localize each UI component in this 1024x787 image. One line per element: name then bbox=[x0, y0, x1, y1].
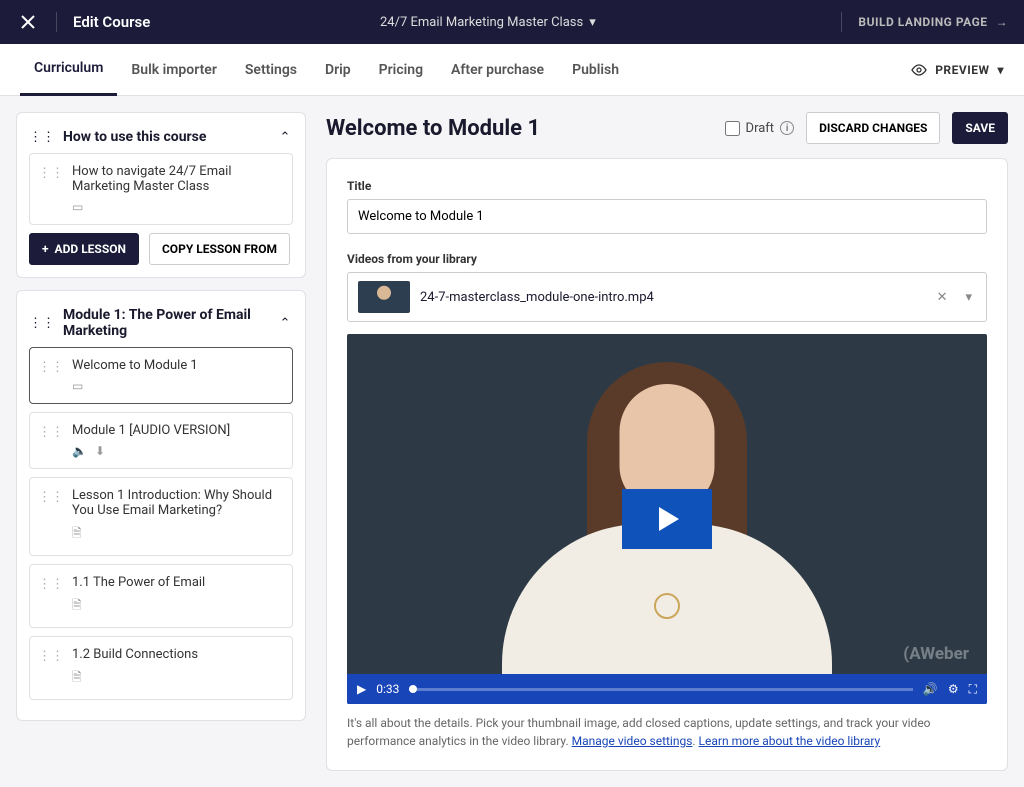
drag-handle-icon[interactable]: ⋮⋮ bbox=[38, 577, 64, 592]
module-card: ⋮⋮ How to use this course ⌃ ⋮⋮ How to na… bbox=[16, 112, 306, 278]
lesson-title: How to navigate 24/7 Email Marketing Mas… bbox=[72, 164, 284, 194]
module-card: ⋮⋮ Module 1: The Power of Email Marketin… bbox=[16, 290, 306, 721]
drag-handle-icon[interactable]: ⋮⋮ bbox=[38, 360, 64, 375]
drag-handle-icon[interactable]: ⋮⋮ bbox=[38, 425, 64, 440]
lesson-editor: Welcome to Module 1 Draft i DISCARD CHAN… bbox=[326, 112, 1008, 771]
build-label: BUILD LANDING PAGE bbox=[858, 15, 987, 29]
settings-gear-icon[interactable]: ⚙ bbox=[948, 682, 959, 696]
video-icon: ▭ bbox=[72, 200, 83, 214]
fullscreen-icon[interactable]: ⛶ bbox=[969, 682, 977, 697]
add-lesson-button[interactable]: +ADD LESSON bbox=[29, 233, 139, 265]
draft-checkbox[interactable] bbox=[725, 121, 740, 136]
chevron-up-icon[interactable]: ⌃ bbox=[277, 316, 293, 331]
remove-video-icon[interactable]: ✕ bbox=[933, 290, 952, 305]
copy-lesson-button[interactable]: COPY LESSON FROM bbox=[149, 233, 290, 265]
download-icon: ⬇ bbox=[95, 444, 105, 458]
video-timestamp: 0:33 bbox=[376, 682, 399, 696]
tabs-nav: Curriculum Bulk importer Settings Drip P… bbox=[0, 44, 1024, 96]
seek-bar[interactable] bbox=[409, 688, 913, 691]
lesson-item[interactable]: ⋮⋮ Module 1 [AUDIO VERSION] 🔈 ⬇ bbox=[29, 412, 293, 469]
caret-down-icon: ▾ bbox=[589, 15, 596, 30]
arrow-right-icon: → bbox=[996, 15, 1009, 29]
curriculum-sidebar: ⋮⋮ How to use this course ⌃ ⋮⋮ How to na… bbox=[16, 112, 306, 771]
lesson-heading: Welcome to Module 1 bbox=[326, 116, 713, 141]
learn-more-link[interactable]: Learn more about the video library bbox=[699, 734, 881, 748]
drag-handle-icon[interactable]: ⋮⋮ bbox=[38, 649, 64, 664]
lesson-item[interactable]: ⋮⋮ 1.1 The Power of Email 🗎 bbox=[29, 564, 293, 628]
video-section-label: Videos from your library bbox=[347, 252, 987, 266]
course-selector[interactable]: 24/7 Email Marketing Master Class ▾ bbox=[380, 15, 596, 30]
play-button[interactable] bbox=[622, 489, 712, 549]
caret-down-icon: ▾ bbox=[997, 63, 1004, 77]
divider bbox=[841, 12, 842, 32]
document-icon: 🗎 bbox=[72, 524, 82, 545]
video-help-text: It's all about the details. Pick your th… bbox=[347, 714, 987, 750]
preview-label: PREVIEW bbox=[935, 63, 989, 77]
tab-curriculum[interactable]: Curriculum bbox=[20, 44, 117, 96]
drag-handle-icon[interactable]: ⋮⋮ bbox=[38, 490, 64, 505]
page-title: Edit Course bbox=[73, 13, 150, 31]
tab-drip[interactable]: Drip bbox=[311, 44, 365, 96]
video-icon: ▭ bbox=[72, 379, 83, 393]
close-button[interactable] bbox=[16, 10, 40, 34]
document-icon: 🗎 bbox=[72, 596, 82, 617]
tab-after-purchase[interactable]: After purchase bbox=[437, 44, 558, 96]
course-name: 24/7 Email Marketing Master Class bbox=[380, 15, 583, 30]
drag-handle-icon[interactable]: ⋮⋮ bbox=[38, 166, 64, 181]
lesson-item[interactable]: ⋮⋮ Lesson 1 Introduction: Why Should You… bbox=[29, 477, 293, 556]
tab-bulk-importer[interactable]: Bulk importer bbox=[117, 44, 230, 96]
manage-video-settings-link[interactable]: Manage video settings bbox=[572, 734, 693, 748]
document-icon: 🗎 bbox=[72, 668, 82, 689]
lesson-item[interactable]: ⋮⋮ 1.2 Build Connections 🗎 bbox=[29, 636, 293, 700]
eye-icon bbox=[911, 64, 927, 76]
drag-handle-icon[interactable]: ⋮⋮ bbox=[29, 316, 55, 331]
build-landing-page-button[interactable]: BUILD LANDING PAGE → bbox=[858, 15, 1008, 29]
module-title: Module 1: The Power of Email Marketing bbox=[63, 307, 269, 339]
lesson-title: 1.2 Build Connections bbox=[72, 647, 284, 662]
title-field-label: Title bbox=[347, 179, 987, 193]
tab-settings[interactable]: Settings bbox=[231, 44, 311, 96]
draft-label: Draft bbox=[746, 121, 775, 136]
chevron-up-icon[interactable]: ⌃ bbox=[277, 130, 293, 145]
discard-changes-button[interactable]: DISCARD CHANGES bbox=[806, 112, 940, 144]
drag-handle-icon[interactable]: ⋮⋮ bbox=[29, 130, 55, 145]
video-filename: 24-7-masterclass_module-one-intro.mp4 bbox=[420, 290, 923, 305]
lesson-title: Lesson 1 Introduction: Why Should You Us… bbox=[72, 488, 284, 518]
tab-publish[interactable]: Publish bbox=[558, 44, 633, 96]
tab-pricing[interactable]: Pricing bbox=[365, 44, 437, 96]
lesson-item[interactable]: ⋮⋮ Welcome to Module 1 ▭ bbox=[29, 347, 293, 404]
volume-icon[interactable]: 🔊 bbox=[923, 682, 938, 696]
video-options-icon[interactable]: ▾ bbox=[961, 290, 976, 305]
plus-icon: + bbox=[42, 242, 49, 256]
play-icon[interactable]: ▶ bbox=[357, 682, 366, 696]
info-icon: i bbox=[780, 121, 794, 135]
watermark: (AWeber bbox=[903, 644, 969, 664]
preview-button[interactable]: PREVIEW ▾ bbox=[911, 63, 1004, 77]
save-button[interactable]: SAVE bbox=[952, 112, 1008, 144]
lesson-title: Welcome to Module 1 bbox=[72, 358, 284, 373]
divider bbox=[56, 12, 57, 32]
audio-icon: 🔈 bbox=[72, 444, 87, 458]
video-thumbnail bbox=[358, 281, 410, 313]
lesson-item[interactable]: ⋮⋮ How to navigate 24/7 Email Marketing … bbox=[29, 153, 293, 225]
title-input[interactable] bbox=[347, 199, 987, 234]
module-title: How to use this course bbox=[63, 129, 269, 145]
draft-toggle[interactable]: Draft i bbox=[725, 121, 795, 136]
video-library-row: 24-7-masterclass_module-one-intro.mp4 ✕ … bbox=[347, 272, 987, 322]
video-player: (AWeber ▶ 0:33 🔊 ⚙ ⛶ bbox=[347, 334, 987, 704]
lesson-title: 1.1 The Power of Email bbox=[72, 575, 284, 590]
lesson-title: Module 1 [AUDIO VERSION] bbox=[72, 423, 284, 438]
